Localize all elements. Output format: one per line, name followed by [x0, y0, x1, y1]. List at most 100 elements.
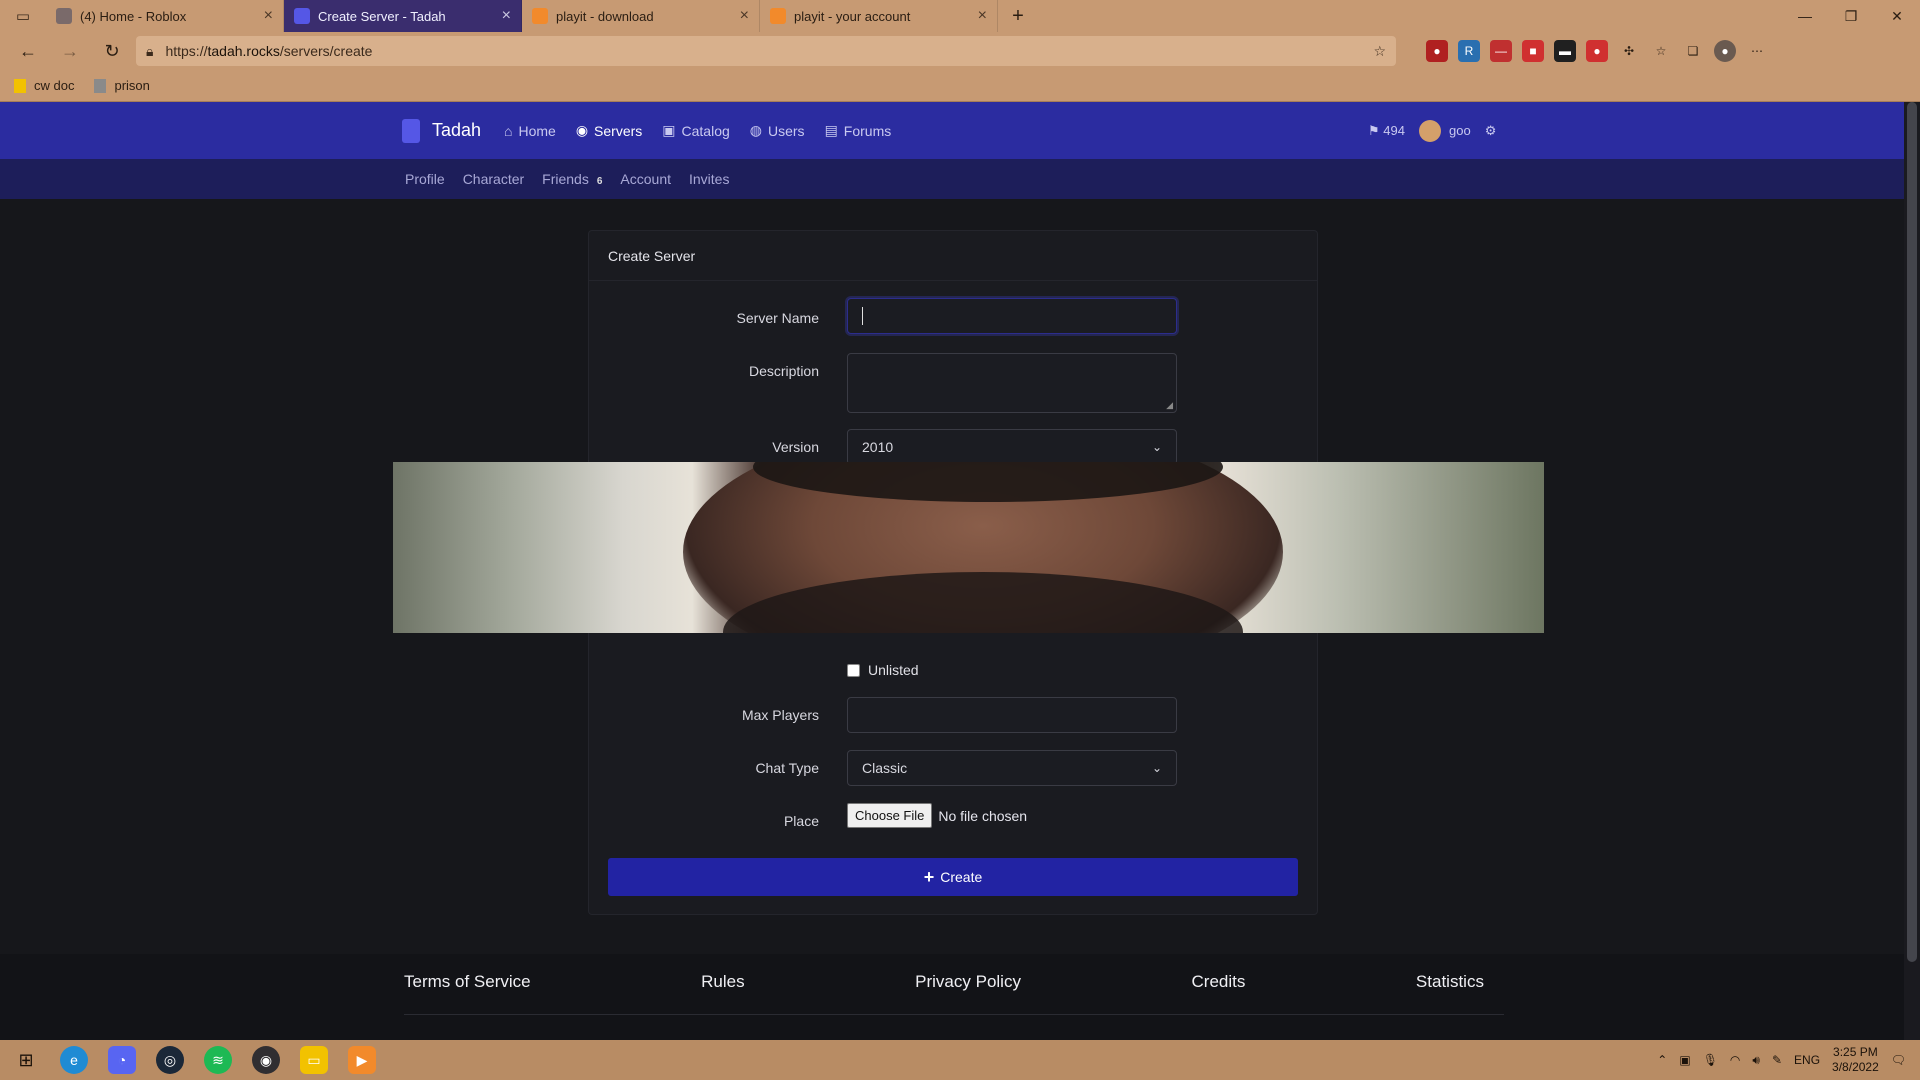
microphone-icon[interactable]: 🎙︎ — [1703, 1053, 1718, 1067]
nav-servers[interactable]: ◉ Servers — [576, 122, 642, 139]
text-caret — [862, 307, 863, 325]
unlisted-checkbox-row[interactable]: Unlisted — [847, 662, 919, 678]
description-label: Description — [748, 363, 819, 379]
obs-icon[interactable]: ◉ — [252, 1046, 280, 1074]
nav-label: Users — [768, 122, 805, 139]
windows-start-icon[interactable]: ⊞ — [12, 1046, 40, 1074]
steam-icon[interactable]: ◎ — [156, 1046, 184, 1074]
chevron-down-icon: ⌄ — [1151, 440, 1162, 454]
currency-display[interactable]: ⚑ 494 — [1368, 123, 1405, 139]
create-label: Create — [940, 869, 983, 885]
bookmark-doc-icon — [14, 78, 26, 93]
footer-credits-link[interactable]: Credits — [1192, 972, 1246, 992]
scrollbar-thumb[interactable] — [1907, 102, 1917, 962]
tray-app-icon[interactable]: ▣ — [1679, 1053, 1690, 1067]
subnav-character[interactable]: Character — [463, 171, 524, 187]
more-icon[interactable]: ⋯ — [1746, 40, 1768, 62]
server-name-input[interactable] — [847, 298, 1177, 334]
footer-divider — [404, 1014, 1504, 1015]
collections-icon[interactable]: ❏ — [1682, 40, 1704, 62]
url-field[interactable]: 🔒︎ https://tadah.rocks/servers/create ☆ — [136, 36, 1396, 66]
max-players-input[interactable] — [847, 697, 1177, 733]
chat-type-select[interactable]: Classic ⌄ — [847, 750, 1177, 786]
new-tab-button[interactable]: + — [998, 0, 1038, 32]
network-icon[interactable]: ◠ — [1730, 1053, 1740, 1067]
unlisted-checkbox[interactable] — [847, 663, 860, 677]
choose-file-button[interactable]: Choose File — [847, 803, 933, 828]
language-indicator[interactable]: ENG — [1794, 1053, 1820, 1067]
pen-icon[interactable]: ✎ — [1772, 1053, 1782, 1067]
favorites-icon[interactable]: ☆ — [1650, 40, 1672, 62]
tab-title: playit - download — [556, 8, 654, 24]
spotify-icon[interactable]: ≋ — [204, 1046, 232, 1074]
close-tab-icon[interactable]: × — [978, 7, 987, 25]
user-menu[interactable]: goo — [1418, 119, 1471, 142]
close-window-icon[interactable]: ✕ — [1874, 0, 1920, 32]
resize-handle-icon[interactable]: ◢ — [1166, 400, 1173, 411]
extension-icon[interactable]: ● — [1426, 40, 1448, 62]
subnav-account[interactable]: Account — [620, 171, 671, 187]
extension-icon[interactable]: ■ — [1522, 40, 1544, 62]
profile-icon[interactable]: ● — [1714, 40, 1736, 62]
restore-icon[interactable]: ❐ — [1828, 0, 1874, 32]
address-toolbar: ← → ↻ 🔒︎ https://tadah.rocks/servers/cre… — [0, 32, 1920, 70]
bookmark-item[interactable]: prison — [94, 78, 150, 93]
footer-rules-link[interactable]: Rules — [701, 972, 744, 992]
extension-icon[interactable]: ● — [1586, 40, 1608, 62]
favorite-star-icon[interactable]: ☆ — [1373, 43, 1386, 60]
main-menu: ⌂ Home ◉ Servers ▣ Catalog ◍ Users ▤ For… — [504, 102, 891, 159]
nav-home[interactable]: ⌂ Home — [504, 123, 556, 139]
reload-icon[interactable]: ↻ — [94, 36, 130, 66]
minimize-icon[interactable]: — — [1782, 0, 1828, 32]
clock[interactable]: 3:25 PM 3/8/2022 — [1832, 1045, 1879, 1075]
extension-icon[interactable]: ▬ — [1554, 40, 1576, 62]
browser-tab-active[interactable]: Create Server - Tadah × — [284, 0, 522, 32]
playit-icon[interactable]: ▶ — [348, 1046, 376, 1074]
extension-icon[interactable]: R — [1458, 40, 1480, 62]
subnav-friends[interactable]: Friends 6 — [542, 171, 602, 187]
edge-icon[interactable]: e — [60, 1046, 88, 1074]
nav-users[interactable]: ◍ Users — [750, 122, 805, 139]
extension-icon[interactable]: — — [1490, 40, 1512, 62]
file-explorer-icon[interactable]: ▭ — [300, 1046, 328, 1074]
footer-terms-link[interactable]: Terms of Service — [404, 972, 531, 992]
tab-actions-icon[interactable]: ▭ — [0, 0, 46, 32]
version-select[interactable]: 2010 ⌄ — [847, 429, 1177, 465]
tray-chevron-icon[interactable]: ⌃ — [1657, 1053, 1667, 1067]
browser-tab[interactable]: (4) Home - Roblox × — [46, 0, 284, 32]
puzzle-icon[interactable]: ✣ — [1618, 40, 1640, 62]
plus-icon: + — [923, 866, 935, 887]
notifications-icon[interactable]: 🗨︎ — [1891, 1053, 1906, 1067]
back-icon[interactable]: ← — [10, 36, 46, 66]
forward-icon[interactable]: → — [52, 36, 88, 66]
settings-gear-icon[interactable]: ⚙ — [1485, 123, 1497, 139]
close-tab-icon[interactable]: × — [740, 7, 749, 25]
home-icon: ⌂ — [504, 122, 513, 139]
page-scrollbar[interactable] — [1904, 102, 1920, 1040]
description-textarea[interactable]: ◢ — [847, 353, 1177, 413]
bookmark-item[interactable]: cw doc — [14, 78, 74, 93]
browser-tab[interactable]: playit - download × — [522, 0, 760, 32]
bookmark-label: cw doc — [34, 78, 75, 93]
brand-name: Tadah — [432, 120, 482, 140]
footer-statistics-link[interactable]: Statistics — [1416, 972, 1484, 992]
discord-icon[interactable]: ◔ — [108, 1046, 136, 1074]
footer-privacy-link[interactable]: Privacy Policy — [915, 972, 1021, 992]
close-tab-icon[interactable]: × — [264, 7, 273, 25]
nav-catalog[interactable]: ▣ Catalog — [662, 122, 730, 139]
subnav-invites[interactable]: Invites — [689, 171, 729, 187]
volume-icon[interactable]: 🔊︎ — [1752, 1053, 1760, 1068]
create-button[interactable]: + Create — [608, 858, 1298, 896]
user-box: ⚑ 494 goo ⚙ — [1368, 102, 1496, 159]
avatar — [1418, 119, 1441, 142]
username: goo — [1448, 123, 1471, 138]
bag-icon: ▣ — [662, 122, 676, 138]
browser-tab[interactable]: playit - your account × — [760, 0, 998, 32]
brand-link[interactable]: Tadah — [402, 102, 481, 159]
subnav-profile[interactable]: Profile — [405, 171, 445, 187]
nav-forums[interactable]: ▤ Forums — [825, 122, 892, 139]
gamepad-icon: ◉ — [575, 122, 589, 138]
taskbar-apps: ⊞ e ◔ ◎ ≋ ◉ ▭ ▶ — [0, 1046, 376, 1074]
nav-label: Servers — [594, 122, 643, 139]
close-tab-icon[interactable]: × — [502, 7, 511, 25]
